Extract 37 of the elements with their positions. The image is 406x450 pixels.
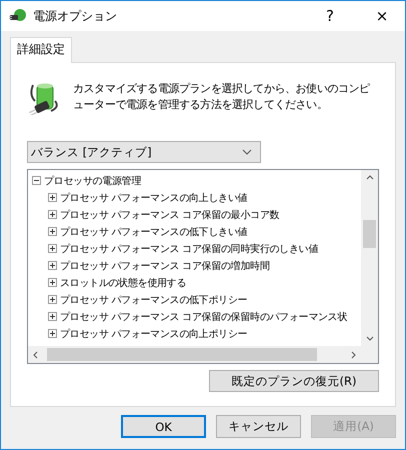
tree-item[interactable]: プロセッサ パフォーマンス コア保留の最小コア数 bbox=[60, 208, 280, 222]
plan-dropdown[interactable]: バランス [アクティブ] bbox=[27, 141, 261, 163]
tab[interactable]: 詳細設定 bbox=[10, 37, 72, 63]
tree-item[interactable]: プロセッサ パフォーマンスの低下しきい値 bbox=[60, 224, 248, 238]
expand-icon[interactable] bbox=[48, 193, 57, 202]
battery-plug-icon bbox=[27, 81, 61, 115]
expand-icon[interactable] bbox=[48, 261, 57, 270]
window-title: 電源オプション bbox=[33, 8, 118, 24]
expand-icon[interactable] bbox=[48, 295, 57, 304]
dialog-button[interactable]: キャンセル bbox=[216, 415, 301, 438]
tree-item[interactable]: プロセッサ パフォーマンスの低下ポリシー bbox=[60, 292, 248, 306]
chevron-down-icon bbox=[242, 149, 252, 155]
scroll-up-icon[interactable] bbox=[366, 175, 374, 180]
restore-defaults-button[interactable]: 既定のプランの復元(R) bbox=[209, 370, 379, 392]
scroll-thumb[interactable] bbox=[47, 348, 317, 361]
scroll-right-icon[interactable] bbox=[351, 350, 356, 358]
tree-item[interactable]: プロセッサ パフォーマンス コア保留の同時実行のしきい値 bbox=[60, 242, 318, 256]
tree-item[interactable]: プロセッサ パフォーマンスの向上しきい値 bbox=[60, 190, 248, 204]
description-text: カスタマイズする電源プランを選択してから、お使いのコンピューターで電源を管理する方法を選択してください。 bbox=[73, 81, 371, 113]
tree-item[interactable]: プロセッサ パフォーマンス コア保留の増加時間 bbox=[60, 258, 270, 272]
horizontal-scrollbar[interactable] bbox=[28, 346, 361, 363]
vertical-scrollbar[interactable] bbox=[361, 170, 378, 346]
tree-item[interactable]: プロセッサの電源管理 bbox=[44, 174, 142, 188]
tree-item[interactable]: プロセッサ パフォーマンス コア保留の保留時のパフォーマンス状 bbox=[60, 310, 348, 324]
expand-icon[interactable] bbox=[48, 227, 57, 236]
scroll-thumb[interactable] bbox=[363, 220, 376, 248]
scroll-down-icon[interactable] bbox=[366, 336, 374, 341]
expand-icon[interactable] bbox=[48, 329, 57, 338]
collapse-icon[interactable] bbox=[32, 176, 41, 185]
tree-item[interactable]: スロットルの状態を使用する bbox=[60, 276, 186, 290]
expand-icon[interactable] bbox=[48, 278, 57, 287]
tree-item[interactable]: プロセッサ パフォーマンスの向上ポリシー bbox=[60, 326, 248, 340]
expand-icon[interactable] bbox=[48, 312, 57, 321]
expand-icon[interactable] bbox=[48, 244, 57, 253]
scroll-left-icon[interactable] bbox=[33, 350, 38, 358]
dialog-button[interactable]: OK bbox=[121, 415, 206, 438]
expand-icon[interactable] bbox=[48, 210, 57, 219]
